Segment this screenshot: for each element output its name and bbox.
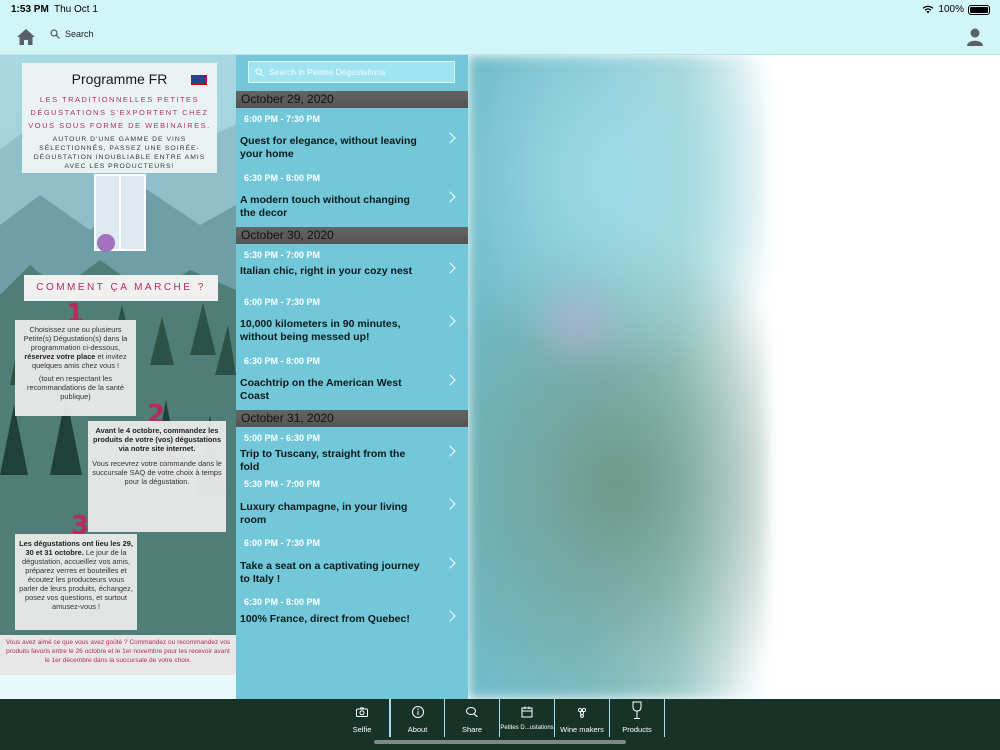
event-title: A modern touch without changing the deco… xyxy=(240,194,410,219)
event-title: Coachtrip on the American West Coast xyxy=(240,377,402,402)
event-search-input[interactable]: Search in Petites Dégustations xyxy=(248,61,455,83)
poster-intro: AUTOUR D'UNE GAMME DE VINS SÉLECTIONNÉS,… xyxy=(33,136,206,170)
tab-label: Petites D...ustations xyxy=(500,725,554,731)
date-header-label: October 31, 2020 xyxy=(241,411,334,425)
poster-title: Programme FR xyxy=(71,71,168,87)
status-time: 1:53 PM xyxy=(11,4,49,15)
chevron-right-icon xyxy=(444,262,456,274)
camera-icon xyxy=(356,707,368,717)
chevron-right-icon xyxy=(444,498,456,510)
step-1-note: (tout en respectant les recommandations … xyxy=(27,374,124,401)
event-title: Luxury champagne, in your living room xyxy=(240,501,408,526)
uk-flag-icon[interactable] xyxy=(191,75,207,85)
event-row[interactable]: 5:30 PM - 7:00 PM Italian chic, right in… xyxy=(236,250,468,296)
event-title: 10,000 kilometers in 90 minutes, without… xyxy=(240,318,401,343)
event-time: 6:00 PM - 7:30 PM xyxy=(244,297,321,307)
tab-label: Products xyxy=(622,725,652,734)
event-time: 5:00 PM - 6:30 PM xyxy=(244,433,321,443)
how-it-works-heading: COMMENT ÇA MARCHE ? xyxy=(24,275,218,301)
event-row[interactable]: 5:00 PM - 6:30 PM Trip to Tuscany, strai… xyxy=(236,433,468,479)
event-title: Italian chic, right in your cozy nest xyxy=(240,265,413,277)
poster-footer-note: Vous avez aimé ce que vous avez goûté ? … xyxy=(0,635,236,675)
search-label: Search xyxy=(65,29,94,39)
tab-label: Wine makers xyxy=(560,725,604,734)
battery-icon xyxy=(968,4,990,15)
tab-label: Selfie xyxy=(352,725,372,734)
event-title: Quest for elegance, without leaving your… xyxy=(240,135,417,160)
step-3-text-b: Le jour de la dégustation, accueillez vo… xyxy=(19,548,133,611)
event-title: Trip to Tuscany, straight from the fold xyxy=(240,448,406,473)
event-time: 5:30 PM - 7:00 PM xyxy=(244,250,321,260)
status-right: 100% xyxy=(922,4,990,15)
step-1-text-b: réservez votre place xyxy=(24,352,96,361)
step-2-text-a: Avant le 4 octobre, commandez les produi… xyxy=(92,426,222,453)
tab-share[interactable]: Share xyxy=(445,699,500,737)
calendar-icon xyxy=(521,706,533,718)
event-row[interactable]: 6:30 PM - 8:00 PM A modern touch without… xyxy=(236,173,468,227)
step-1-card: Choisissez une ou plusieurs Petite(s) Dé… xyxy=(15,320,136,416)
event-search-placeholder: Search in Petites Dégustations xyxy=(269,67,386,77)
date-header-label: October 30, 2020 xyxy=(241,228,334,242)
wifi-icon xyxy=(923,5,934,14)
event-title: 100% France, direct from Quebec! xyxy=(240,613,410,625)
chat-icon xyxy=(466,707,478,718)
status-bar: 1:53 PM Thu Oct 1 100% xyxy=(0,0,1000,20)
tab-label: About xyxy=(407,725,428,734)
blurred-background-image xyxy=(468,55,768,699)
chevron-right-icon xyxy=(444,557,456,569)
step-1-text-a: Choisissez une ou plusieurs Petite(s) Dé… xyxy=(23,325,128,352)
tab-selfie[interactable]: Selfie xyxy=(335,699,390,737)
event-time: 6:30 PM - 8:00 PM xyxy=(244,173,321,183)
event-row[interactable]: 5:30 PM - 7:00 PM Luxury champagne, in y… xyxy=(236,479,468,538)
event-time: 6:00 PM - 7:30 PM xyxy=(244,538,321,548)
date-header: October 31, 2020 xyxy=(236,410,468,427)
date-header-label: October 29, 2020 xyxy=(241,92,334,106)
poster-subtitle: LES TRADITIONNELLES PETITES DÉGUSTATIONS… xyxy=(28,95,211,130)
blurred-highlight xyxy=(548,295,608,355)
chevron-right-icon xyxy=(444,132,456,144)
tab-products[interactable]: Products xyxy=(610,699,665,737)
event-time: 6:30 PM - 8:00 PM xyxy=(244,356,321,366)
tab-wine-makers[interactable]: Wine makers xyxy=(555,699,610,737)
date-header: October 30, 2020 xyxy=(236,227,468,244)
date-header: October 29, 2020 xyxy=(236,91,468,108)
grape-icon xyxy=(577,707,587,718)
tab-label: Share xyxy=(461,725,482,734)
detail-panel xyxy=(468,55,1000,699)
chevron-right-icon xyxy=(444,374,456,386)
event-row[interactable]: 6:00 PM - 7:30 PM Take a seat on a capti… xyxy=(236,538,468,597)
programme-poster: Programme FR LES TRADITIONNELLES PETITES… xyxy=(0,55,236,675)
home-icon[interactable] xyxy=(16,27,36,47)
step-3-card: Les dégustations ont lieu les 29, 30 et … xyxy=(15,534,137,630)
event-row[interactable]: 6:30 PM - 8:00 PM 100% France, direct fr… xyxy=(236,597,468,656)
event-time: 5:30 PM - 7:00 PM xyxy=(244,479,321,489)
step-2-card: Avant le 4 octobre, commandez les produi… xyxy=(88,421,226,532)
event-time: 6:30 PM - 8:00 PM xyxy=(244,597,321,607)
event-row[interactable]: 6:00 PM - 7:30 PM 10,000 kilometers in 9… xyxy=(236,297,468,357)
search-icon xyxy=(50,29,60,39)
chevron-right-icon xyxy=(444,191,456,203)
event-row[interactable]: 6:30 PM - 8:00 PM Coachtrip on the Ameri… xyxy=(236,356,468,410)
event-list-panel: Search in Petites Dégustations October 2… xyxy=(236,55,468,699)
chevron-right-icon xyxy=(444,445,456,457)
battery-percent: 100% xyxy=(938,4,964,15)
search-icon xyxy=(255,67,264,77)
poster-title-card: Programme FR LES TRADITIONNELLES PETITES… xyxy=(22,63,217,173)
chevron-right-icon xyxy=(444,610,456,622)
home-indicator[interactable] xyxy=(374,740,626,744)
tab-about[interactable]: About xyxy=(390,699,445,737)
info-icon xyxy=(411,706,424,718)
event-time: 6:00 PM - 7:30 PM xyxy=(244,114,321,124)
chevron-right-icon xyxy=(444,315,456,327)
user-icon[interactable] xyxy=(965,27,985,47)
nav-bar: Search xyxy=(0,20,1000,55)
search-button[interactable]: Search xyxy=(50,29,94,39)
tab-petites-degustations[interactable]: Petites D...ustations xyxy=(500,699,555,737)
event-title: Take a seat on a captivating journey to … xyxy=(240,560,420,585)
event-row[interactable]: 6:00 PM - 7:30 PM Quest for elegance, wi… xyxy=(236,114,468,172)
wine-glass-icon xyxy=(632,701,642,719)
status-date: Thu Oct 1 xyxy=(54,4,98,15)
step-2-text-b: Vous recevrez votre commande dans le suc… xyxy=(92,459,222,486)
